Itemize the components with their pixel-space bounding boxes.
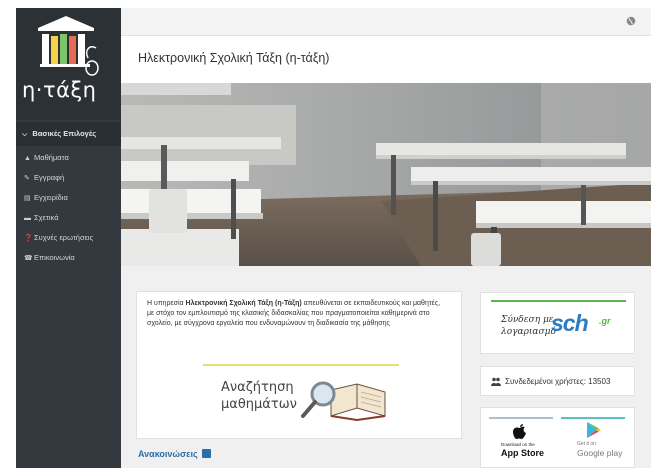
app-store-accent-bar [489,417,553,419]
online-users-card: Συνδεδεμένοι χρήστες: 13503 [480,366,635,396]
intro-text: Η υπηρεσία Ηλεκτρονική Σχολική Τάξη (η-Τ… [147,300,441,327]
question-circle-icon: ❓ [24,235,33,242]
card-icon: ▬ [24,215,31,222]
login-label-line2: λογαριασμό [501,327,556,337]
sidebar-item-contact[interactable]: ☎Επικοινωνία [16,248,121,268]
service-name: Ηλεκτρονική Σχολική Τάξη (η-Τάξη) [185,300,302,307]
logo[interactable]: η·τάξη [16,8,121,120]
login-accent-bar [491,300,626,302]
menu-section-header[interactable]: ⌵ Βασικές Επιλογές [16,122,121,146]
sidebar-item-label: Εγγραφή [34,173,65,182]
hero-classroom-image [121,83,651,266]
magnifier-book-icon [301,381,386,422]
app-store-button[interactable]: App Store [501,448,544,458]
search-label-line1: Αναζήτηση [221,380,294,395]
google-play-small-text: Get it on [577,441,596,447]
sidebar-item-courses[interactable]: ▲ Μαθήματα [16,148,121,168]
app-window: η·τάξη ⌵ Βασικές Επιλογές ▲ Μαθήματα ✎ Εγγ… [0,0,656,468]
chevron-down-icon: ⌵ [22,131,28,138]
app-stores-card: Download on the App Store Get it on Goog… [480,407,635,468]
top-bar [121,8,651,36]
sidebar-item-about[interactable]: ▬ Σχετικά [16,208,121,228]
rss-icon[interactable] [202,449,211,458]
sch-login-button[interactable]: Σύνδεση με λογαριασμό sch .gr [480,292,635,354]
online-users-count: Συνδεδεμένοι χρήστες: 13503 [505,377,611,386]
sch-logo: sch [551,310,589,336]
apple-icon[interactable] [513,424,527,440]
sidebar-item-label: Εγχειρίδια [34,193,68,202]
globe-icon[interactable] [626,16,636,26]
users-icon [491,377,501,386]
announcements-title[interactable]: Ανακοινώσεις [138,449,198,459]
sidebar-item-label: Σχετικά [34,213,59,222]
sch-logo-gr: .gr [599,316,611,326]
sidebar-item-faq[interactable]: ❓Συχνές ερωτήσεις [16,228,121,248]
logo-text: η·τάξη [22,78,97,102]
sidebar-item-label: Συχνές ερωτήσεις [34,233,94,242]
google-play-accent-bar [561,417,625,419]
sidebar: η·τάξη ⌵ Βασικές Επιλογές ▲ Μαθήματα ✎ Εγγ… [16,8,121,468]
menu-section-label: Βασικές Επιλογές [32,129,97,138]
login-label-line1: Σύνδεση με [501,315,554,325]
app-store-small-text: Download on the [501,442,535,447]
google-play-icon[interactable] [587,422,601,438]
search-accent-bar [203,364,399,366]
sidebar-item-label: Επικοινωνία [34,253,75,262]
graduation-cap-icon: ▲ [24,155,31,162]
file-icon: ▤ [24,195,31,202]
sidebar-item-manuals[interactable]: ▤ Εγχειρίδια [16,188,121,208]
search-label-line2: μαθημάτων [221,397,297,412]
sidebar-item-label: Μαθήματα [34,153,69,162]
sidebar-item-register[interactable]: ✎ Εγγραφή [16,168,121,188]
intro-card: Η υπηρεσία Ηλεκτρονική Σχολική Τάξη (η-Τ… [136,291,462,439]
google-play-button[interactable]: Google play [577,448,622,458]
school-logo-icon [38,16,99,76]
course-search-button[interactable]: Αναζήτηση μαθημάτων [203,364,399,430]
page-title: Ηλεκτρονική Σχολική Τάξη (η-τάξη) [138,51,330,65]
phone-icon: ☎ [24,255,33,262]
edit-icon: ✎ [24,175,30,182]
